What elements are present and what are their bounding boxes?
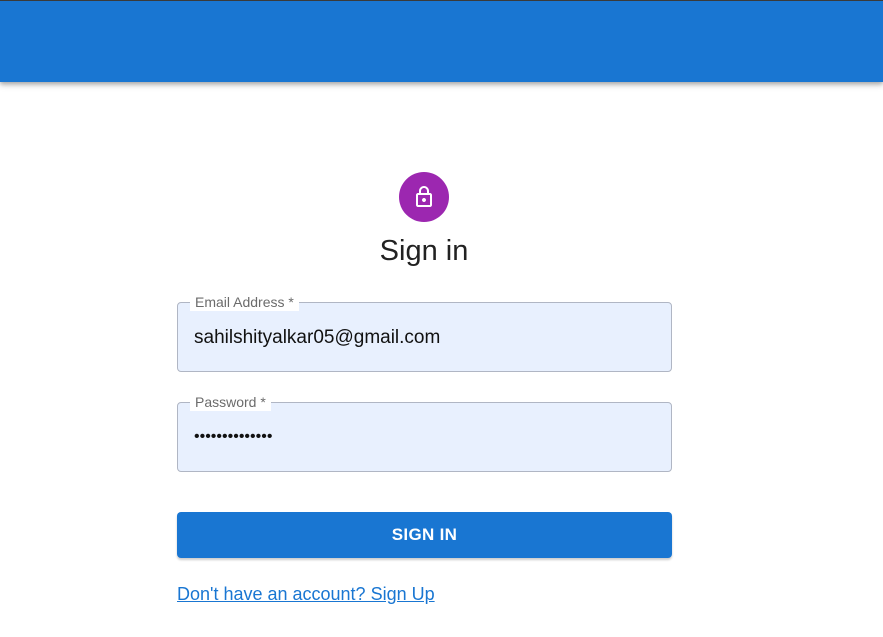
- sign-in-button[interactable]: SIGN IN: [177, 512, 672, 558]
- lock-icon: [416, 186, 432, 207]
- app-bar: [0, 0, 883, 82]
- sign-up-link[interactable]: Don't have an account? Sign Up: [177, 583, 435, 605]
- password-field[interactable]: Password * ••••••••••••••: [177, 393, 672, 472]
- password-field-label: Password *: [190, 393, 271, 411]
- page-title: Sign in: [379, 235, 469, 267]
- password-input[interactable]: ••••••••••••••: [194, 425, 272, 449]
- avatar: [399, 172, 449, 222]
- email-field-label: Email Address *: [190, 293, 299, 311]
- email-field[interactable]: Email Address * sahilshityalkar05@gmail.…: [177, 293, 672, 372]
- email-input[interactable]: sahilshityalkar05@gmail.com: [194, 326, 440, 350]
